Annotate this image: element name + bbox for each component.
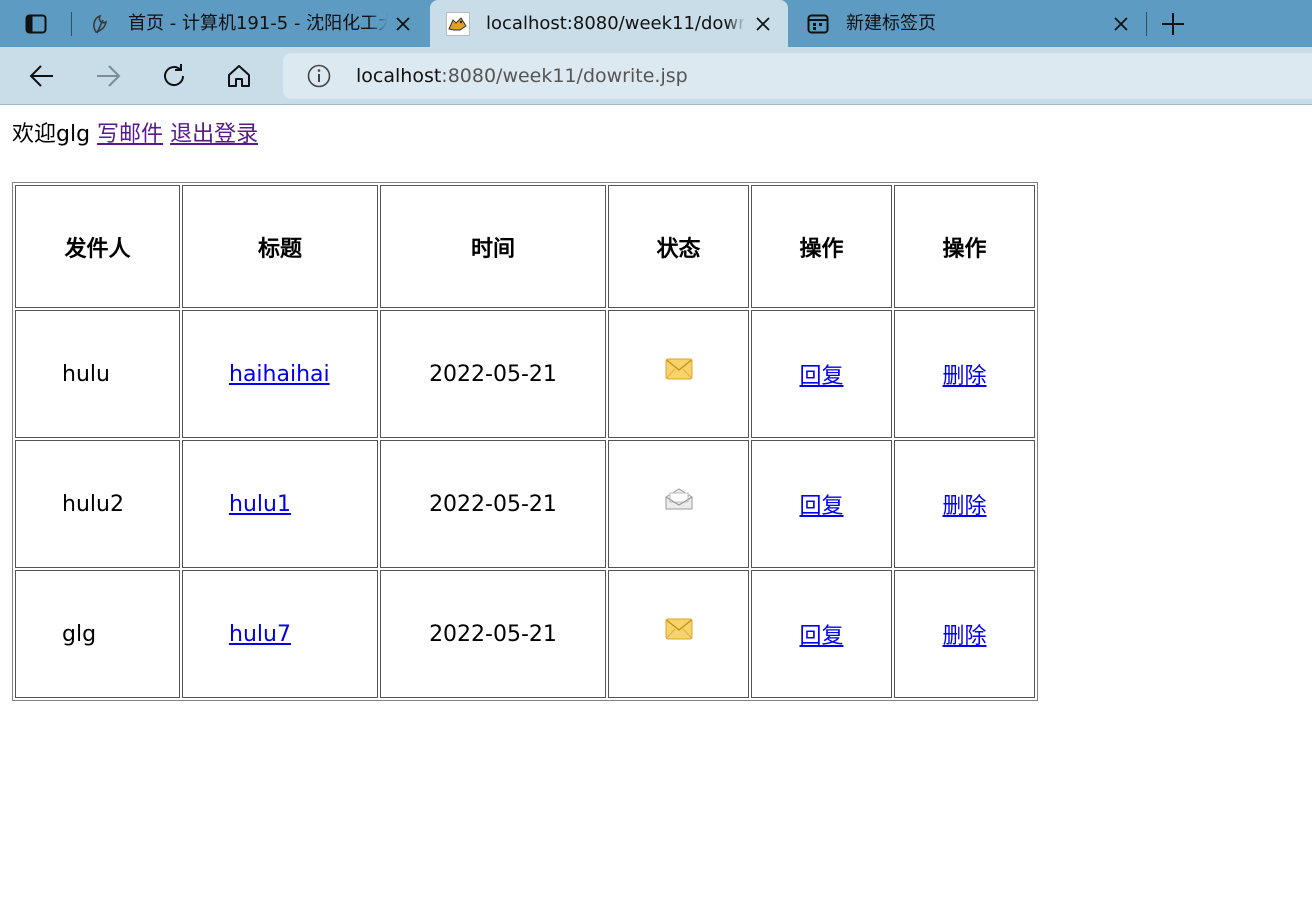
refresh-icon — [164, 64, 185, 87]
subject-link[interactable]: haihaihai — [229, 362, 330, 387]
header-status: 状态 — [608, 185, 749, 308]
reply-cell: 回复 — [751, 440, 892, 568]
date-cell: 2022-05-21 — [380, 310, 606, 438]
sender-cell: hulu — [15, 310, 180, 438]
compose-mail-link[interactable]: 写邮件 — [97, 122, 163, 147]
status-cell — [608, 310, 749, 438]
delete-cell: 删除 — [894, 570, 1035, 698]
status-cell — [608, 440, 749, 568]
tab-dowrite[interactable]: localhost:8080/week11/dowrite.jsp — [430, 0, 788, 47]
mail-table: 发件人 标题 时间 状态 操作 操作 hulu haihaihai 2022-0… — [12, 182, 1038, 701]
plus-icon — [1162, 13, 1184, 35]
delete-cell: 删除 — [894, 310, 1035, 438]
close-icon — [396, 17, 410, 31]
reply-cell: 回复 — [751, 310, 892, 438]
page-content: 欢迎glg 写邮件 退出登录 发件人 标题 时间 状态 操作 操作 hulu h… — [0, 106, 1312, 918]
address-bar[interactable]: localhost:8080/week11/dowrite.jsp — [283, 53, 1312, 99]
subject-cell: hulu1 — [182, 440, 378, 568]
close-tab-button[interactable] — [1110, 13, 1132, 35]
header-action-reply: 操作 — [751, 185, 892, 308]
delete-link[interactable]: 删除 — [942, 494, 986, 519]
home-button[interactable] — [222, 59, 256, 93]
subject-cell: haihaihai — [182, 310, 378, 438]
logout-link[interactable]: 退出登录 — [170, 122, 258, 147]
tab-actions-icon — [25, 14, 47, 34]
close-icon — [756, 17, 770, 31]
subject-link[interactable]: hulu7 — [229, 622, 291, 647]
greeting-bar: 欢迎glg 写邮件 退出登录 — [12, 120, 258, 150]
table-row: hulu haihaihai 2022-05-21 回复 删除 — [15, 310, 1035, 438]
close-tab-button[interactable] — [752, 13, 774, 35]
subject-cell: hulu7 — [182, 570, 378, 698]
tree-logo-icon — [88, 12, 112, 36]
new-tab-button[interactable] — [1158, 10, 1188, 38]
reply-link[interactable]: 回复 — [799, 494, 843, 519]
home-icon — [228, 65, 250, 87]
status-cell — [608, 570, 749, 698]
forward-button[interactable] — [91, 59, 125, 93]
unread-mail-icon — [665, 358, 692, 379]
date-cell: 2022-05-21 — [380, 440, 606, 568]
subject-link[interactable]: hulu1 — [229, 492, 291, 517]
sender-cell: hulu2 — [15, 440, 180, 568]
table-header-row: 发件人 标题 时间 状态 操作 操作 — [15, 185, 1035, 308]
url-path: :8080/week11/dowrite.jsp — [441, 65, 688, 87]
header-date: 时间 — [380, 185, 606, 308]
refresh-button[interactable] — [157, 59, 191, 93]
tab-homepage[interactable]: 首页 - 计算机191-5 - 沈阳化工大学 — [72, 0, 428, 47]
tomcat-icon — [446, 12, 470, 36]
address-text[interactable]: localhost:8080/week11/dowrite.jsp — [356, 53, 688, 99]
tab-title: 首页 - 计算机191-5 - 沈阳化工大学 — [128, 13, 388, 34]
close-tab-button[interactable] — [392, 13, 414, 35]
arrow-left-icon — [29, 65, 53, 87]
tab-separator — [1146, 12, 1147, 36]
table-row: hulu2 hulu1 2022-05-21 回复 删除 — [15, 440, 1035, 568]
welcome-text: 欢迎glg — [12, 122, 91, 147]
read-mail-icon — [665, 487, 692, 509]
table-row: glg hulu7 2022-05-21 回复 删除 — [15, 570, 1035, 698]
reply-cell: 回复 — [751, 570, 892, 698]
new-tab-page-icon — [806, 12, 830, 36]
header-subject: 标题 — [182, 185, 378, 308]
navigation-toolbar: localhost:8080/week11/dowrite.jsp — [0, 47, 1312, 105]
back-button[interactable] — [25, 59, 59, 93]
url-host: localhost — [356, 65, 442, 87]
unread-mail-icon — [665, 618, 692, 639]
tab-new-tab[interactable]: 新建标签页 — [790, 0, 1146, 47]
header-sender: 发件人 — [15, 185, 180, 308]
close-icon — [1114, 17, 1128, 31]
reply-link[interactable]: 回复 — [799, 624, 843, 649]
tab-title: localhost:8080/week11/dowrite.jsp — [486, 13, 744, 34]
arrow-right-icon — [97, 65, 121, 87]
header-action-delete: 操作 — [894, 185, 1035, 308]
tab-actions-button[interactable] — [18, 11, 54, 37]
tab-strip: 首页 - 计算机191-5 - 沈阳化工大学 localhost:8080/we… — [0, 0, 1312, 47]
delete-link[interactable]: 删除 — [942, 364, 986, 389]
reply-link[interactable]: 回复 — [799, 364, 843, 389]
date-cell: 2022-05-21 — [380, 570, 606, 698]
sender-cell: glg — [15, 570, 180, 698]
info-icon[interactable] — [307, 64, 331, 88]
delete-link[interactable]: 删除 — [942, 624, 986, 649]
tab-title: 新建标签页 — [846, 13, 936, 34]
delete-cell: 删除 — [894, 440, 1035, 568]
